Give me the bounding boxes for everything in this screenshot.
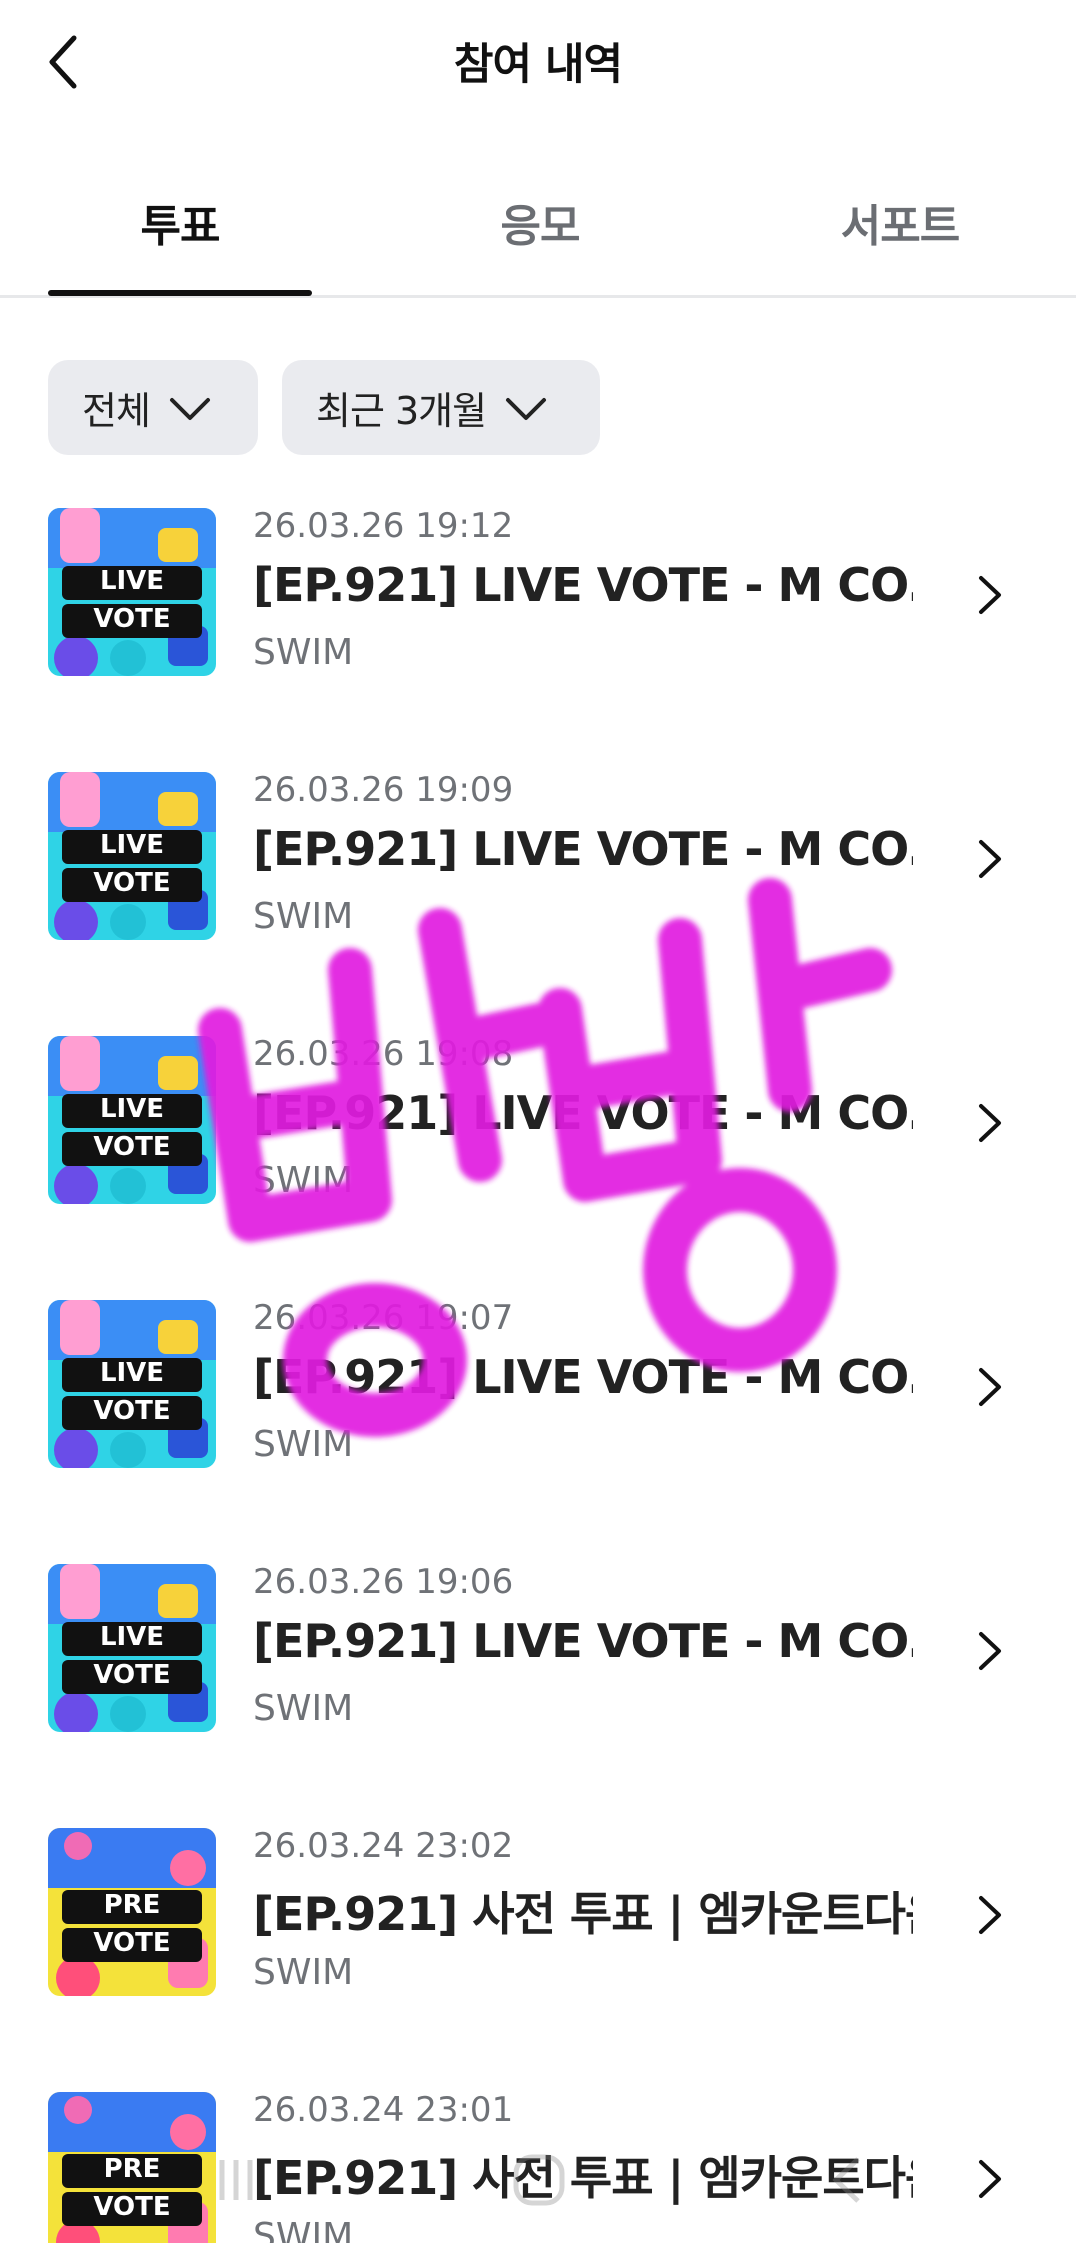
item-date: 26.03.26 19:07 xyxy=(253,1298,514,1338)
item-title: [EP.921] LIVE VOTE - M CO... xyxy=(253,1086,913,1140)
chevron-right-icon xyxy=(979,1104,1001,1142)
thumbnail-label-line2: VOTE xyxy=(93,1396,171,1426)
chevron-right-icon xyxy=(979,1632,1001,1670)
item-date: 26.03.26 19:08 xyxy=(253,1034,514,1074)
list-item[interactable]: LIVE VOTE 26.03.26 19:09 [EP.921] LIVE VOTE… xyxy=(0,764,1076,984)
vote-thumbnail: LIVE VOTE xyxy=(48,1300,216,1468)
tab-entry[interactable]: 응모 xyxy=(408,190,672,298)
chevron-right-icon xyxy=(979,1896,1001,1934)
period-filter-dropdown[interactable]: 최근 3개월 xyxy=(282,360,600,455)
list-item[interactable]: LIVE VOTE 26.03.26 19:08 [EP.921] LIVE VOTE… xyxy=(0,1028,1076,1248)
active-tab-indicator xyxy=(48,290,312,296)
system-nav-bar xyxy=(219,2154,860,2206)
item-artist: SWIM xyxy=(253,2216,354,2243)
item-date: 26.03.26 19:09 xyxy=(253,770,514,810)
vote-thumbnail: LIVE VOTE xyxy=(48,1564,216,1732)
item-title: [EP.921] LIVE VOTE - M CO... xyxy=(253,1350,913,1404)
thumbnail-label-line2: VOTE xyxy=(93,1132,171,1162)
vote-thumbnail: LIVE VOTE xyxy=(48,1036,216,1204)
thumbnail-label-line1: LIVE xyxy=(99,1622,165,1652)
item-artist: SWIM xyxy=(253,1688,354,1729)
item-title: [EP.921] 사전 투표 | 엠카운트다운 xyxy=(253,1887,913,1941)
period-filter-label: 최근 3개월 xyxy=(316,389,487,433)
item-date: 26.03.24 23:02 xyxy=(253,1826,514,1866)
thumbnail-label-line2: VOTE xyxy=(93,604,171,634)
item-date: 26.03.24 23:01 xyxy=(253,2090,514,2130)
item-artist: SWIM xyxy=(253,1952,354,1993)
chevron-down-icon xyxy=(169,397,210,420)
thumbnail-label-line1: LIVE xyxy=(99,1094,165,1124)
chevron-right-icon xyxy=(979,576,1001,614)
page-title: 참여 내역 xyxy=(453,40,623,90)
tab-vote[interactable]: 투표 xyxy=(48,190,312,298)
tab-bar: 투표 응모 서포트 xyxy=(0,160,1076,298)
item-date: 26.03.26 19:06 xyxy=(253,1562,514,1602)
list-item[interactable]: LIVE VOTE 26.03.26 19:06 [EP.921] LIVE VOTE… xyxy=(0,1556,1076,1776)
thumbnail-label-line1: PRE xyxy=(103,1890,161,1920)
thumbnail-label-line2: VOTE xyxy=(93,1660,171,1690)
item-artist: SWIM xyxy=(253,1424,354,1465)
item-title: [EP.921] LIVE VOTE - M CO... xyxy=(253,822,913,876)
chevron-down-icon xyxy=(506,397,547,420)
vote-thumbnail: PRE VOTE xyxy=(48,1828,216,1996)
type-filter-dropdown[interactable]: 전체 xyxy=(48,360,258,455)
item-date: 26.03.26 19:12 xyxy=(253,506,514,546)
vote-thumbnail: LIVE VOTE xyxy=(48,508,216,676)
list-item[interactable]: PRE VOTE 26.03.24 23:02 [EP.921] 사전 투표 | 엠카… xyxy=(0,1820,1076,2040)
header: 참여 내역 xyxy=(0,0,1076,125)
screen: 참여 내역 투표 응모 서포트 전체 최근 3개월 LIVE VOTE 26.03.… xyxy=(0,0,1076,2243)
item-artist: SWIM xyxy=(253,632,354,673)
list-item[interactable]: LIVE VOTE 26.03.26 19:12 [EP.921] LIVE VOTE… xyxy=(0,500,1076,720)
item-title: [EP.921] LIVE VOTE - M CO... xyxy=(253,558,913,612)
item-title: [EP.921] LIVE VOTE - M CO... xyxy=(253,1614,913,1668)
thumbnail-label-line1: LIVE xyxy=(99,830,165,860)
item-artist: SWIM xyxy=(253,1160,354,1201)
vote-thumbnail: LIVE VOTE xyxy=(48,772,216,940)
thumbnail-label-line1: LIVE xyxy=(99,1358,165,1388)
chevron-right-icon xyxy=(979,1368,1001,1406)
item-artist: SWIM xyxy=(253,896,354,937)
type-filter-label: 전체 xyxy=(82,389,151,433)
thumbnail-label-line2: VOTE xyxy=(93,868,171,898)
chevron-right-icon xyxy=(979,840,1001,878)
thumbnail-label-line2: VOTE xyxy=(93,1928,171,1958)
tab-support[interactable]: 서포트 xyxy=(768,190,1032,298)
thumbnail-label-line1: LIVE xyxy=(99,566,165,596)
list-item[interactable]: LIVE VOTE 26.03.26 19:07 [EP.921] LIVE VOTE… xyxy=(0,1292,1076,1512)
